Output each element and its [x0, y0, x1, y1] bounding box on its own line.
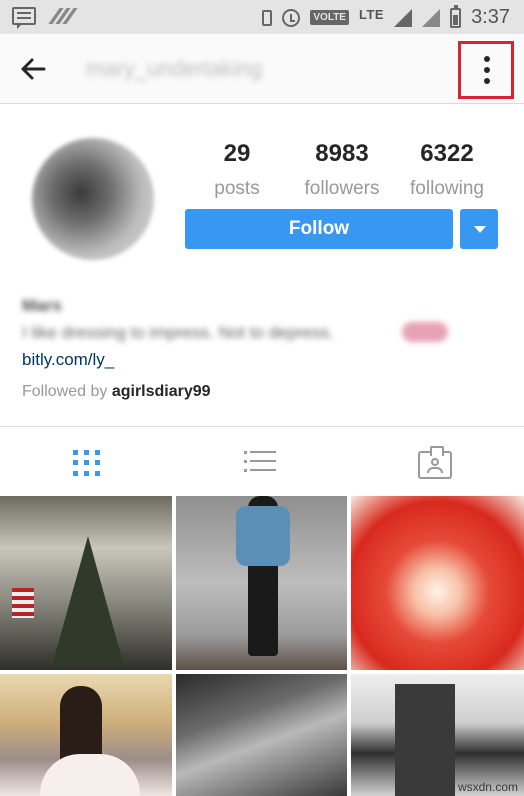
signal-secondary-icon [422, 8, 441, 27]
chevron-down-icon [474, 226, 486, 233]
profile-avatar[interactable] [32, 138, 154, 260]
options-highlight-box[interactable] [458, 41, 514, 99]
notification-stripes-icon [48, 7, 78, 25]
status-time: 3:37 [471, 6, 510, 28]
profile-username-title: mary_undertaking [86, 56, 263, 81]
profile-display-name: Mars [22, 296, 62, 315]
watermark: wsxdn.com [457, 780, 518, 794]
follow-button[interactable]: Follow [185, 209, 453, 249]
photo-grid: wsxdn.com [0, 496, 524, 796]
posts-stat[interactable]: 29 posts [212, 140, 262, 200]
following-stat[interactable]: 6322 following [404, 140, 490, 200]
bio-emoji-icon [402, 322, 448, 342]
posts-label: posts [214, 178, 260, 199]
back-arrow-icon[interactable] [18, 54, 48, 84]
followed-by-text: Followed by agirlsdiary99 [22, 383, 211, 401]
profile-tabs [0, 426, 524, 496]
signal-icon [394, 8, 413, 27]
message-notification-icon [12, 7, 36, 29]
photo-thumbnail[interactable] [0, 496, 172, 670]
photo-thumbnail[interactable] [176, 674, 347, 796]
followed-by-prefix: Followed by [22, 383, 108, 400]
profile-website-link[interactable]: bitly.com/ly_ [22, 350, 114, 370]
tagged-photos-tab[interactable] [418, 446, 452, 479]
status-bar: VOLTE LTE 3:37 [0, 0, 524, 34]
following-label: following [410, 178, 484, 199]
followed-by-user[interactable]: agirlsdiary99 [112, 383, 211, 400]
photo-thumbnail[interactable] [351, 496, 524, 670]
list-view-tab[interactable] [244, 447, 276, 479]
alarm-icon [282, 8, 301, 27]
grid-view-tab[interactable] [70, 447, 102, 479]
following-count: 6322 [420, 140, 474, 167]
network-type: LTE [358, 7, 385, 22]
photo-thumbnail[interactable] [0, 674, 172, 796]
photo-thumbnail[interactable] [176, 496, 347, 670]
followers-label: followers [304, 178, 380, 199]
followers-stat[interactable]: 8983 followers [298, 140, 386, 200]
vibrate-icon [262, 9, 273, 26]
app-bar: mary_undertaking [0, 34, 524, 104]
posts-count: 29 [223, 140, 251, 167]
battery-icon [450, 4, 462, 28]
followers-count: 8983 [315, 140, 369, 167]
photo-thumbnail[interactable]: wsxdn.com [351, 674, 524, 796]
profile-bio: I like dressing to impress. Not to depre… [22, 323, 334, 342]
more-options-icon[interactable] [484, 56, 490, 89]
suggested-dropdown-button[interactable] [460, 209, 498, 249]
volte-badge: VOLTE [310, 10, 349, 25]
